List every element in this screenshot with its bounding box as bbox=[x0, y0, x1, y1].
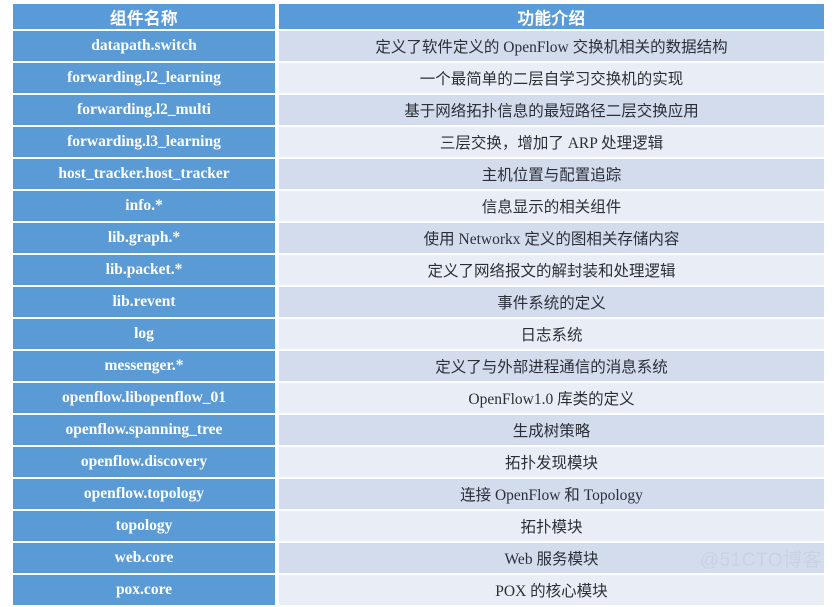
table-row: forwarding.l3_learning 三层交换，增加了 ARP 处理逻辑 bbox=[13, 127, 824, 157]
table-body: datapath.switch 定义了软件定义的 OpenFlow 交换机相关的数… bbox=[13, 31, 824, 605]
cell-component-description: 事件系统的定义 bbox=[279, 287, 824, 317]
cell-component-name: topology bbox=[13, 511, 275, 541]
table-row: openflow.libopenflow_01 OpenFlow1.0 库类的定义 bbox=[13, 383, 824, 413]
pox-components-table-container: 组件名称 功能介绍 datapath.switch 定义了软件定义的 OpenFl… bbox=[0, 0, 836, 605]
cell-component-description: 拓扑发现模块 bbox=[279, 447, 824, 477]
cell-component-name: info.* bbox=[13, 191, 275, 221]
cell-component-description: 日志系统 bbox=[279, 319, 824, 349]
cell-component-name: openflow.libopenflow_01 bbox=[13, 383, 275, 413]
cell-component-name: host_tracker.host_tracker bbox=[13, 159, 275, 189]
table-row: datapath.switch 定义了软件定义的 OpenFlow 交换机相关的数… bbox=[13, 31, 824, 61]
cell-component-name: openflow.spanning_tree bbox=[13, 415, 275, 445]
table-row: messenger.* 定义了与外部进程通信的消息系统 bbox=[13, 351, 824, 381]
cell-component-description: 定义了软件定义的 OpenFlow 交换机相关的数据结构 bbox=[279, 31, 824, 61]
table-row: info.* 信息显示的相关组件 bbox=[13, 191, 824, 221]
cell-component-name: pox.core bbox=[13, 575, 275, 605]
cell-component-name: datapath.switch bbox=[13, 31, 275, 61]
cell-component-description: POX 的核心模块 bbox=[279, 575, 824, 605]
cell-component-name: lib.revent bbox=[13, 287, 275, 317]
cell-component-name: log bbox=[13, 319, 275, 349]
cell-component-description: 生成树策略 bbox=[279, 415, 824, 445]
cell-component-description: 主机位置与配置追踪 bbox=[279, 159, 824, 189]
table-row: openflow.topology 连接 OpenFlow 和 Topology bbox=[13, 479, 824, 509]
cell-component-description: 定义了与外部进程通信的消息系统 bbox=[279, 351, 824, 381]
column-header-component-name: 组件名称 bbox=[13, 4, 275, 29]
cell-component-description: 一个最简单的二层自学习交换机的实现 bbox=[279, 63, 824, 93]
cell-component-name: web.core bbox=[13, 543, 275, 573]
cell-component-name: forwarding.l3_learning bbox=[13, 127, 275, 157]
column-header-description: 功能介绍 bbox=[279, 4, 824, 29]
table-row: host_tracker.host_tracker 主机位置与配置追踪 bbox=[13, 159, 824, 189]
table-header: 组件名称 功能介绍 bbox=[13, 4, 824, 29]
cell-component-name: lib.graph.* bbox=[13, 223, 275, 253]
cell-component-description: 信息显示的相关组件 bbox=[279, 191, 824, 221]
table-row: log 日志系统 bbox=[13, 319, 824, 349]
table-row: forwarding.l2_learning 一个最简单的二层自学习交换机的实现 bbox=[13, 63, 824, 93]
table-row: pox.core POX 的核心模块 bbox=[13, 575, 824, 605]
cell-component-description: 拓扑模块 bbox=[279, 511, 824, 541]
cell-component-description: 使用 Networkx 定义的图相关存储内容 bbox=[279, 223, 824, 253]
cell-component-description: 连接 OpenFlow 和 Topology bbox=[279, 479, 824, 509]
cell-component-description: 三层交换，增加了 ARP 处理逻辑 bbox=[279, 127, 824, 157]
pox-components-table: 组件名称 功能介绍 datapath.switch 定义了软件定义的 OpenFl… bbox=[9, 2, 828, 607]
cell-component-name: openflow.discovery bbox=[13, 447, 275, 477]
cell-component-description: OpenFlow1.0 库类的定义 bbox=[279, 383, 824, 413]
cell-component-name: forwarding.l2_multi bbox=[13, 95, 275, 125]
cell-component-name: lib.packet.* bbox=[13, 255, 275, 285]
table-row: lib.graph.* 使用 Networkx 定义的图相关存储内容 bbox=[13, 223, 824, 253]
cell-component-name: messenger.* bbox=[13, 351, 275, 381]
table-header-row: 组件名称 功能介绍 bbox=[13, 4, 824, 29]
table-row: topology 拓扑模块 bbox=[13, 511, 824, 541]
cell-component-name: openflow.topology bbox=[13, 479, 275, 509]
table-row: lib.revent 事件系统的定义 bbox=[13, 287, 824, 317]
table-row: web.core Web 服务模块 bbox=[13, 543, 824, 573]
cell-component-name: forwarding.l2_learning bbox=[13, 63, 275, 93]
table-row: lib.packet.* 定义了网络报文的解封装和处理逻辑 bbox=[13, 255, 824, 285]
table-row: openflow.spanning_tree 生成树策略 bbox=[13, 415, 824, 445]
table-row: openflow.discovery 拓扑发现模块 bbox=[13, 447, 824, 477]
table-row: forwarding.l2_multi 基于网络拓扑信息的最短路径二层交换应用 bbox=[13, 95, 824, 125]
cell-component-description: 定义了网络报文的解封装和处理逻辑 bbox=[279, 255, 824, 285]
cell-component-description: Web 服务模块 bbox=[279, 543, 824, 573]
cell-component-description: 基于网络拓扑信息的最短路径二层交换应用 bbox=[279, 95, 824, 125]
